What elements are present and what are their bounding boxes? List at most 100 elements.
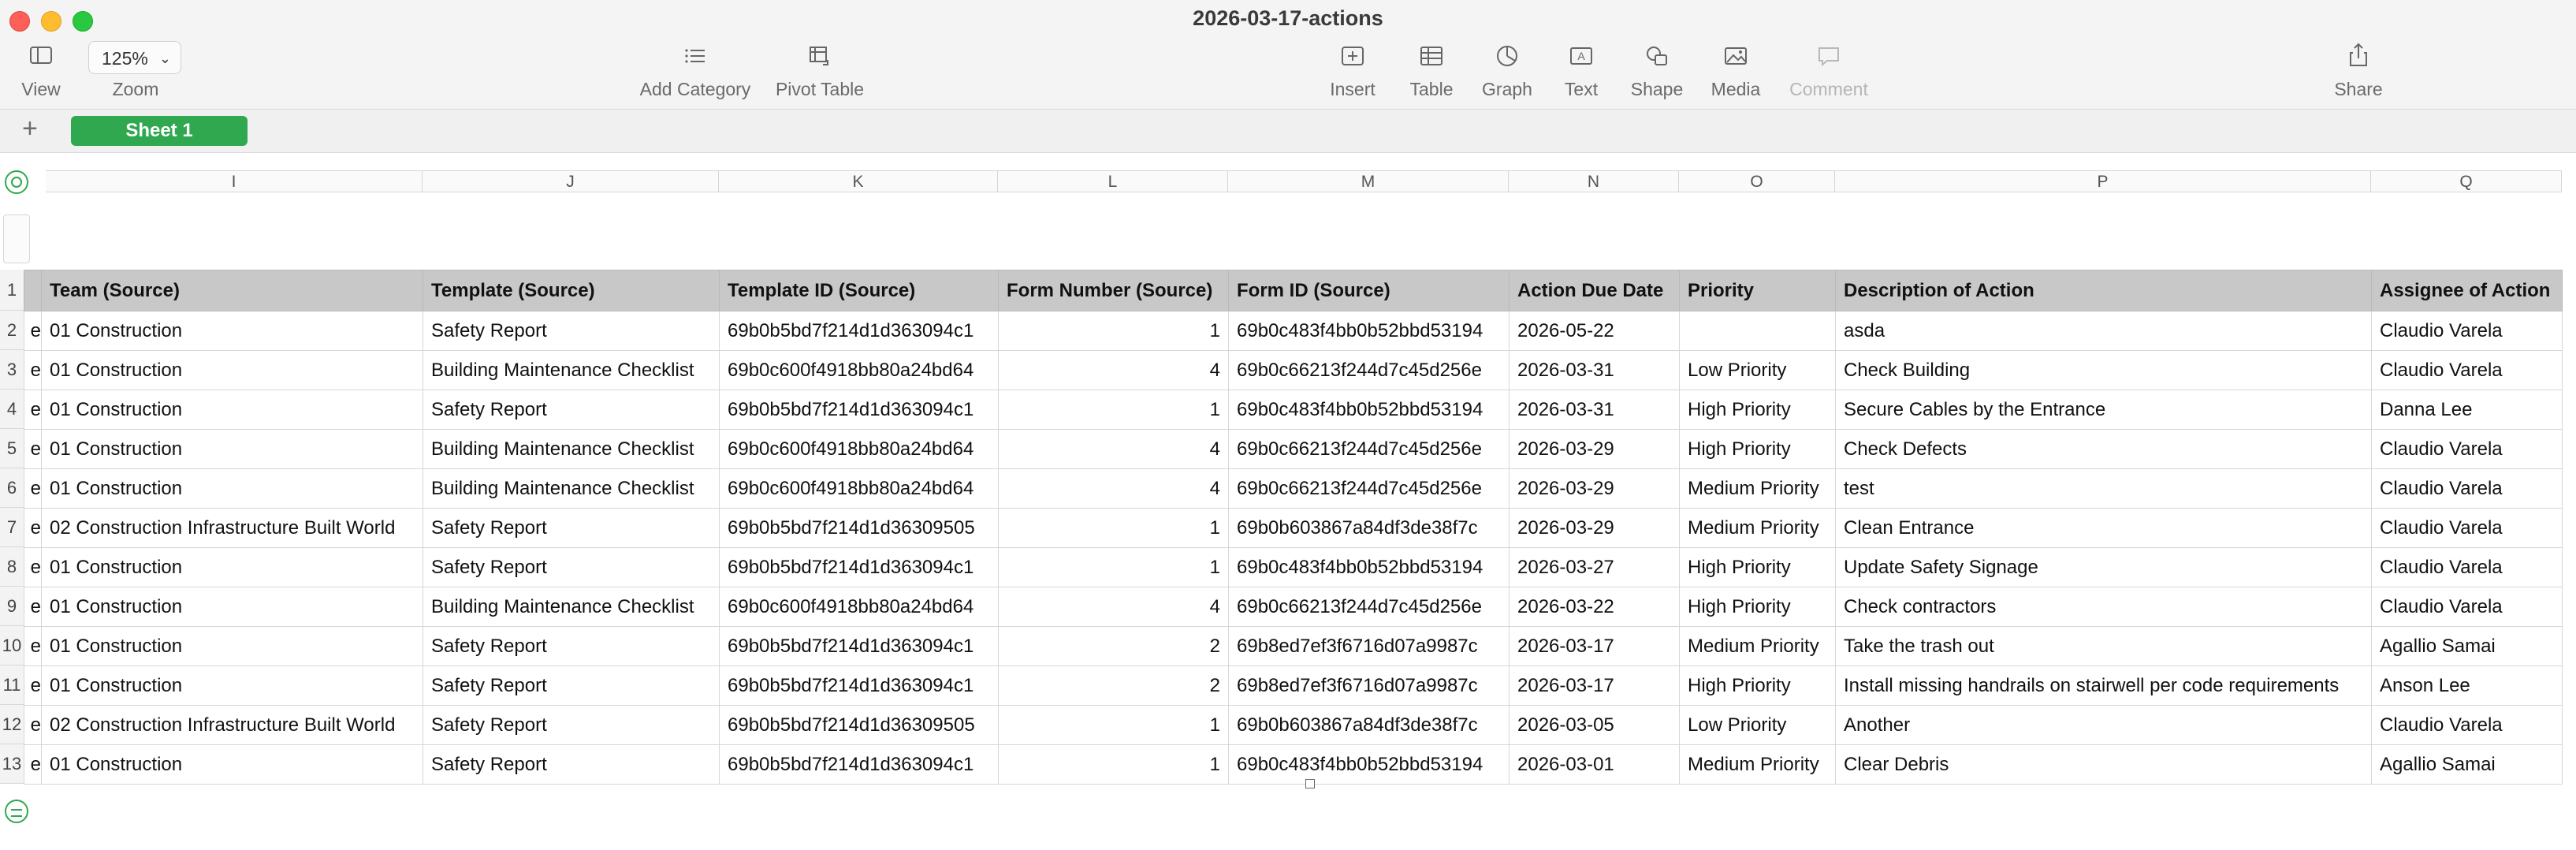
- table-cell[interactable]: 1: [998, 311, 1229, 351]
- table-cell[interactable]: 2026-03-29: [1509, 508, 1680, 548]
- header-cell[interactable]: Team (Source): [41, 270, 423, 311]
- table-cell[interactable]: Check contractors: [1835, 587, 2372, 627]
- table-cell[interactable]: Danna Lee: [2371, 390, 2563, 430]
- table-cell[interactable]: 4: [998, 468, 1229, 509]
- column-header[interactable]: O: [1679, 170, 1835, 192]
- row-number[interactable]: 2: [0, 311, 24, 350]
- table-cell[interactable]: Safety Report: [423, 665, 720, 706]
- table-cell[interactable]: Building Maintenance Checklist: [423, 429, 720, 469]
- column-header[interactable]: L: [998, 170, 1228, 192]
- header-cell[interactable]: Form Number (Source): [998, 270, 1229, 311]
- pivot-table-button[interactable]: Pivot Table: [772, 39, 867, 100]
- table-cell[interactable]: 02 Construction Infrastructure Built Wor…: [41, 508, 423, 548]
- table-cell[interactable]: Install missing handrails on stairwell p…: [1835, 665, 2372, 706]
- partial-column-cell[interactable]: e: [24, 626, 42, 666]
- table-cell[interactable]: 01 Construction: [41, 547, 423, 587]
- table-cell[interactable]: Safety Report: [423, 626, 720, 666]
- table-cell[interactable]: 4: [998, 350, 1229, 390]
- table-cell[interactable]: 2026-03-17: [1509, 665, 1680, 706]
- table-cell[interactable]: 69b8ed7ef3f6716d07a9987c: [1228, 665, 1509, 706]
- table-cell[interactable]: High Priority: [1679, 547, 1836, 587]
- table-cell[interactable]: 69b8ed7ef3f6716d07a9987c: [1228, 626, 1509, 666]
- table-cell[interactable]: 1: [998, 547, 1229, 587]
- table-cell[interactable]: Safety Report: [423, 705, 720, 745]
- table-cell[interactable]: 2026-03-29: [1509, 468, 1680, 509]
- table-cell[interactable]: Claudio Varela: [2371, 547, 2563, 587]
- table-cell[interactable]: 69b0b603867a84df3de38f7c: [1228, 705, 1509, 745]
- table-cell[interactable]: 69b0b5bd7f214d1d363094c1: [719, 626, 999, 666]
- table-cell[interactable]: Claudio Varela: [2371, 350, 2563, 390]
- table-cell[interactable]: Clear Debris: [1835, 744, 2372, 785]
- table-cell[interactable]: 69b0c600f4918bb80a24bd64: [719, 587, 999, 627]
- table-cell[interactable]: Low Priority: [1679, 705, 1836, 745]
- table-cell[interactable]: 2026-05-22: [1509, 311, 1680, 351]
- table-cell[interactable]: Medium Priority: [1679, 508, 1836, 548]
- header-cell[interactable]: Template ID (Source): [719, 270, 999, 311]
- row-number[interactable]: 8: [0, 547, 24, 587]
- header-cell[interactable]: Priority: [1679, 270, 1836, 311]
- table-cell[interactable]: 01 Construction: [41, 429, 423, 469]
- table-cell[interactable]: Low Priority: [1679, 350, 1836, 390]
- table-cell[interactable]: 69b0b5bd7f214d1d363094c1: [719, 744, 999, 785]
- table-cell[interactable]: 1: [998, 508, 1229, 548]
- table-cell[interactable]: 1: [998, 390, 1229, 430]
- table-cell[interactable]: Check Defects: [1835, 429, 2372, 469]
- row-number[interactable]: 10: [0, 626, 24, 665]
- table-cell[interactable]: 2026-03-01: [1509, 744, 1680, 785]
- partial-column-cell[interactable]: e: [24, 350, 42, 390]
- table-cell[interactable]: Claudio Varela: [2371, 705, 2563, 745]
- table-cell[interactable]: 2026-03-31: [1509, 390, 1680, 430]
- table-cell[interactable]: 4: [998, 587, 1229, 627]
- table-cell[interactable]: Building Maintenance Checklist: [423, 587, 720, 627]
- row-number[interactable]: 11: [0, 665, 24, 705]
- text-button[interactable]: A Text: [1550, 39, 1613, 100]
- table-cell[interactable]: 69b0c66213f244d7c45d256e: [1228, 468, 1509, 509]
- table-cell[interactable]: Agallio Samai: [2371, 626, 2563, 666]
- table-cell[interactable]: Safety Report: [423, 311, 720, 351]
- column-header[interactable]: N: [1509, 170, 1679, 192]
- table-cell[interactable]: 2026-03-05: [1509, 705, 1680, 745]
- table-cell[interactable]: 2026-03-17: [1509, 626, 1680, 666]
- comment-button[interactable]: Comment: [1783, 39, 1874, 100]
- table-cell[interactable]: 1: [998, 744, 1229, 785]
- table-cell[interactable]: High Priority: [1679, 587, 1836, 627]
- table-cell[interactable]: Check Building: [1835, 350, 2372, 390]
- table-cell[interactable]: Medium Priority: [1679, 744, 1836, 785]
- graph-button[interactable]: Graph: [1476, 39, 1539, 100]
- table-cell[interactable]: Agallio Samai: [2371, 744, 2563, 785]
- table-cell[interactable]: 69b0b5bd7f214d1d363094c1: [719, 665, 999, 706]
- partial-column-cell[interactable]: e: [24, 311, 42, 351]
- table-button[interactable]: Table: [1400, 39, 1463, 100]
- table-cell[interactable]: 69b0c483f4bb0b52bbd53194: [1228, 744, 1509, 785]
- table-cell[interactable]: Another: [1835, 705, 2372, 745]
- table-cell[interactable]: Secure Cables by the Entrance: [1835, 390, 2372, 430]
- table-cell[interactable]: Medium Priority: [1679, 468, 1836, 509]
- row-number[interactable]: 13: [0, 744, 24, 784]
- header-cell[interactable]: Action Due Date: [1509, 270, 1680, 311]
- partial-column-cell[interactable]: e: [24, 468, 42, 509]
- table-cell[interactable]: 69b0b5bd7f214d1d363094c1: [719, 547, 999, 587]
- add-sheet-button[interactable]: +: [22, 113, 38, 144]
- table-cell[interactable]: Claudio Varela: [2371, 311, 2563, 351]
- table-cell[interactable]: Take the trash out: [1835, 626, 2372, 666]
- header-cell[interactable]: Assignee of Action: [2371, 270, 2563, 311]
- table-cell[interactable]: Claudio Varela: [2371, 468, 2563, 509]
- table-cell[interactable]: 2026-03-31: [1509, 350, 1680, 390]
- table-cell[interactable]: 69b0c600f4918bb80a24bd64: [719, 350, 999, 390]
- table-cell[interactable]: 1: [998, 705, 1229, 745]
- table-cell[interactable]: 01 Construction: [41, 390, 423, 430]
- column-header[interactable]: K: [719, 170, 998, 192]
- table-cell[interactable]: Safety Report: [423, 390, 720, 430]
- partial-column-cell[interactable]: e: [24, 429, 42, 469]
- table-cell[interactable]: 69b0b603867a84df3de38f7c: [1228, 508, 1509, 548]
- column-header[interactable]: M: [1228, 170, 1509, 192]
- table-cell[interactable]: asda: [1835, 311, 2372, 351]
- table-cell[interactable]: 01 Construction: [41, 665, 423, 706]
- partial-column-cell[interactable]: e: [24, 744, 42, 785]
- table-cell[interactable]: 69b0c483f4bb0b52bbd53194: [1228, 390, 1509, 430]
- table-cell[interactable]: test: [1835, 468, 2372, 509]
- table-cell[interactable]: 01 Construction: [41, 587, 423, 627]
- share-button[interactable]: Share: [2327, 39, 2390, 100]
- table-cell[interactable]: 2026-03-22: [1509, 587, 1680, 627]
- table-cell[interactable]: 69b0b5bd7f214d1d36309505: [719, 705, 999, 745]
